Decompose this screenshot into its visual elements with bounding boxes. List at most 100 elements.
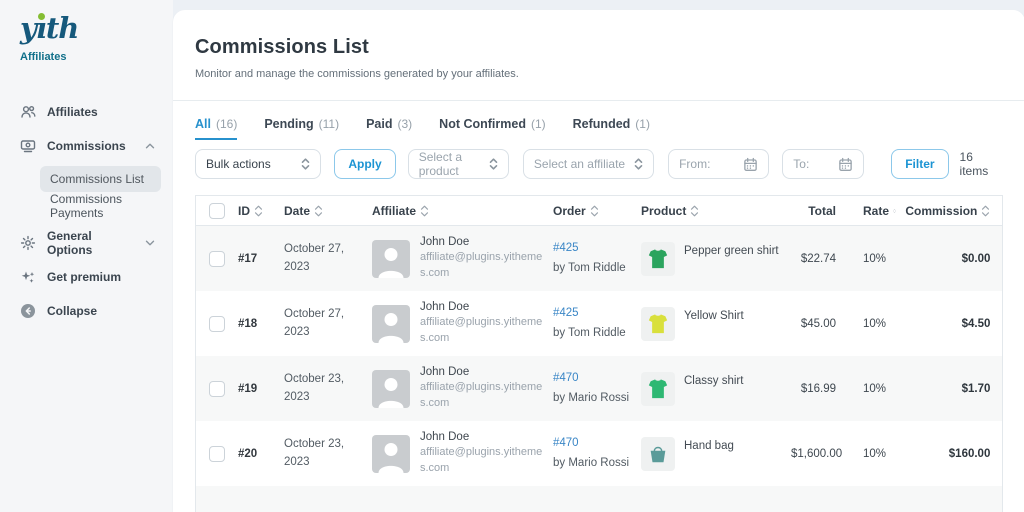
row-checkbox[interactable] [209,381,225,397]
table-row: #18 October 27, 2023 John Doe affiliate@… [196,291,1002,356]
order-customer: by Mario Rossi [553,454,641,474]
affiliate-email: affiliate@plugins.yithemes.com [420,315,550,347]
collapse-icon [20,303,36,319]
sidebar-item-affiliates[interactable]: Affiliates [0,95,173,129]
sort-icon [590,205,599,217]
apply-button[interactable]: Apply [334,149,395,179]
sidebar-item-commissions-payments[interactable]: Commissions Payments [40,193,161,219]
column-header-product[interactable]: Product [641,204,791,218]
main-area: Commissions List Monitor and manage the … [173,0,1024,512]
date-from-placeholder: From: [679,157,743,171]
person-silhouette-icon [372,240,410,278]
affiliate-name: John Doe [420,236,550,248]
commission-id: #20 [238,448,284,460]
row-checkbox[interactable] [209,446,225,462]
table-row: #17 October 27, 2023 John Doe affiliate@… [196,226,1002,291]
sidebar-item-general-options[interactable]: General Options [0,226,173,260]
tab-label: Not Confirmed [439,117,526,131]
person-silhouette-icon [372,370,410,408]
sidebar-item-commissions-list[interactable]: Commissions List [40,166,161,192]
yith-logo: yıth [20,14,78,43]
order-customer: by Mario Rossi [553,389,641,409]
column-header-order[interactable]: Order [553,204,641,218]
commission-id: #17 [238,253,284,265]
page-title: Commissions List [195,36,1003,59]
row-checkbox[interactable] [209,316,225,332]
order-cell: #470 by Mario Rossi [553,434,641,473]
product-select-placeholder: Select a product [419,150,489,178]
column-header-rate[interactable]: Rate [846,204,896,218]
sidebar-item-label: Collapse [47,304,157,318]
column-header-commission[interactable]: Commission [896,204,1002,218]
commission-id: #18 [238,318,284,330]
commissions-submenu: Commissions List Commissions Payments [0,163,173,226]
order-cell: #425 by Tom Riddle [553,239,641,278]
commission-id: #19 [238,383,284,395]
gear-icon [20,235,36,251]
order-customer: by Tom Riddle [553,259,641,279]
order-total: $45.00 [791,318,846,330]
select-all-checkbox[interactable] [209,203,225,219]
bulk-actions-select[interactable]: Bulk actions [195,149,321,179]
avatar [372,370,410,408]
product-select[interactable]: Select a product [408,149,509,179]
affiliate-name: John Doe [420,366,550,378]
sidebar-item-label: Commissions Payments [50,192,151,220]
table-body: #17 October 27, 2023 John Doe affiliate@… [196,226,1002,512]
order-link[interactable]: #470 [553,372,579,384]
sidebar-item-label: Get premium [47,270,157,284]
commission-date: October 23, 2023 [284,436,372,471]
items-count: 16 items [960,150,1004,178]
tab-refunded[interactable]: Refunded (1) [573,117,650,140]
affiliate-name: John Doe [420,301,550,313]
product-name: Yellow Shirt [684,310,744,322]
content-card: Commissions List Monitor and manage the … [173,10,1024,512]
tab-not-confirmed[interactable]: Not Confirmed (1) [439,117,545,140]
order-cell: #425 by Tom Riddle [553,304,641,343]
avatar [372,240,410,278]
sidebar-item-collapse[interactable]: Collapse [0,294,173,328]
commission-date: October 27, 2023 [284,306,372,341]
sidebar-menu: Affiliates Commissions Commissions List … [0,95,173,328]
product-name: Hand bag [684,440,734,452]
affiliate-select[interactable]: Select an affiliate [523,149,654,179]
sidebar-item-commissions[interactable]: Commissions [0,129,173,163]
yith-logo-text: yıth [20,11,78,45]
tab-label: Paid [366,117,392,131]
row-checkbox[interactable] [209,251,225,267]
order-link[interactable]: #425 [553,307,579,319]
product-thumbnail [641,307,675,341]
column-header-affiliate[interactable]: Affiliate [372,204,553,218]
affiliate-email: affiliate@plugins.yithemes.com [420,250,550,282]
commission-rate: 10% [846,448,896,460]
tab-label: All [195,117,211,131]
avatar [372,305,410,343]
table-row: #19 October 23, 2023 John Doe affiliate@… [196,356,1002,421]
commission-rate: 10% [846,318,896,330]
tab-paid[interactable]: Paid (3) [366,117,412,140]
date-from-input[interactable]: From: [668,149,769,179]
order-link[interactable]: #470 [553,437,579,449]
order-cell: #470 by Mario Rossi [553,369,641,408]
shirt-icon [647,313,669,335]
sparkles-icon [20,269,36,285]
column-header-date[interactable]: Date [284,204,372,218]
date-to-input[interactable]: To: [782,149,864,179]
product-thumbnail [641,242,675,276]
sort-icon [420,205,429,217]
tab-pending[interactable]: Pending (11) [264,117,339,140]
product-cell: Hand bag [641,437,791,471]
affiliate-cell: John Doe affiliate@plugins.yithemes.com [372,366,553,412]
affiliate-select-placeholder: Select an affiliate [534,157,634,171]
page-subtitle: Monitor and manage the commissions gener… [195,68,1003,80]
column-header-id[interactable]: ID [238,204,284,218]
avatar [372,435,410,473]
commission-amount: $1.70 [896,383,1002,395]
tab-all[interactable]: All (16) [195,117,237,140]
filter-button[interactable]: Filter [891,149,948,179]
order-link[interactable]: #425 [553,242,579,254]
brand: yıth Affiliates [0,14,173,63]
sidebar-item-label: Affiliates [47,105,157,119]
sidebar-item-get-premium[interactable]: Get premium [0,260,173,294]
commission-rate: 10% [846,383,896,395]
